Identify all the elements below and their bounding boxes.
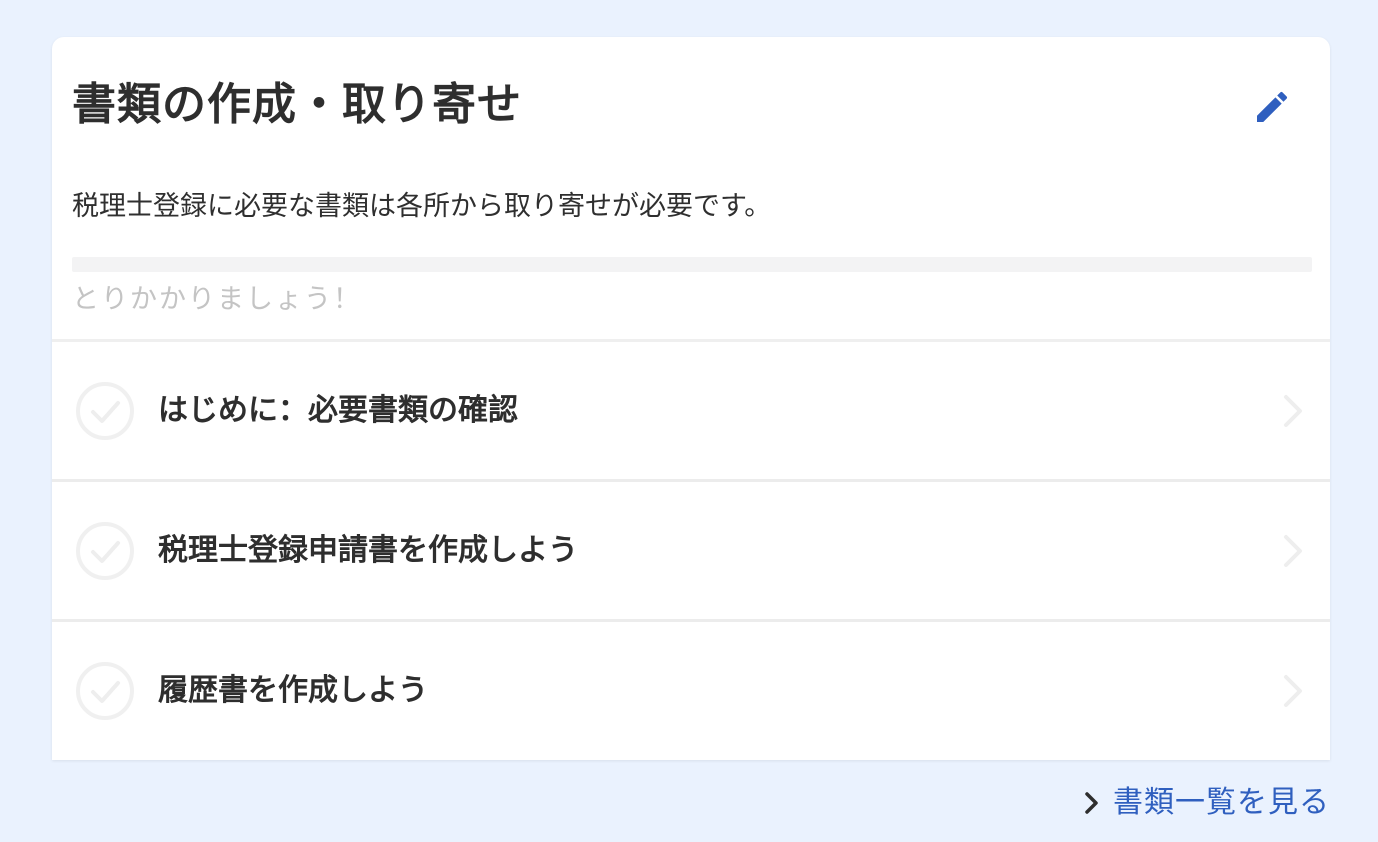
check-circle-icon xyxy=(76,662,134,720)
edit-button[interactable] xyxy=(1250,85,1294,129)
view-documents-link-label: 書類一覧を見る xyxy=(1113,785,1330,820)
task-item-intro[interactable]: はじめに：必要書類の確認 xyxy=(52,339,1330,479)
documents-card: 書類の作成・取り寄せ 税理士登録に必要な書類は各所から取り寄せが必要です。 とり… xyxy=(52,37,1330,760)
card-title: 書類の作成・取り寄せ xyxy=(72,79,522,130)
card-description: 税理士登録に必要な書類は各所から取り寄せが必要です。 xyxy=(72,191,772,222)
task-label: 履歴書を作成しよう xyxy=(158,673,428,708)
task-label: はじめに：必要書類の確認 xyxy=(158,393,518,428)
task-list: はじめに：必要書類の確認 税理士登録申請書を作成しよう 履歴書を作成しよう xyxy=(52,339,1330,759)
pencil-icon xyxy=(1257,91,1288,122)
card-header: 書類の作成・取り寄せ 税理士登録に必要な書類は各所から取り寄せが必要です。 とり… xyxy=(52,37,1330,337)
check-circle-icon xyxy=(76,522,134,580)
chevron-right-icon xyxy=(1284,535,1302,567)
chevron-right-icon xyxy=(1085,792,1098,814)
check-circle-icon xyxy=(76,382,134,440)
progress-status-text: とりかかりましょう！ xyxy=(72,284,362,315)
progress-bar xyxy=(72,257,1312,272)
task-label: 税理士登録申請書を作成しよう xyxy=(158,533,578,568)
task-item-resume[interactable]: 履歴書を作成しよう xyxy=(52,619,1330,759)
task-item-registration-application[interactable]: 税理士登録申請書を作成しよう xyxy=(52,479,1330,619)
chevron-right-icon xyxy=(1284,675,1302,707)
view-documents-link[interactable]: 書類一覧を見る xyxy=(1081,782,1330,824)
chevron-right-icon xyxy=(1284,395,1302,427)
